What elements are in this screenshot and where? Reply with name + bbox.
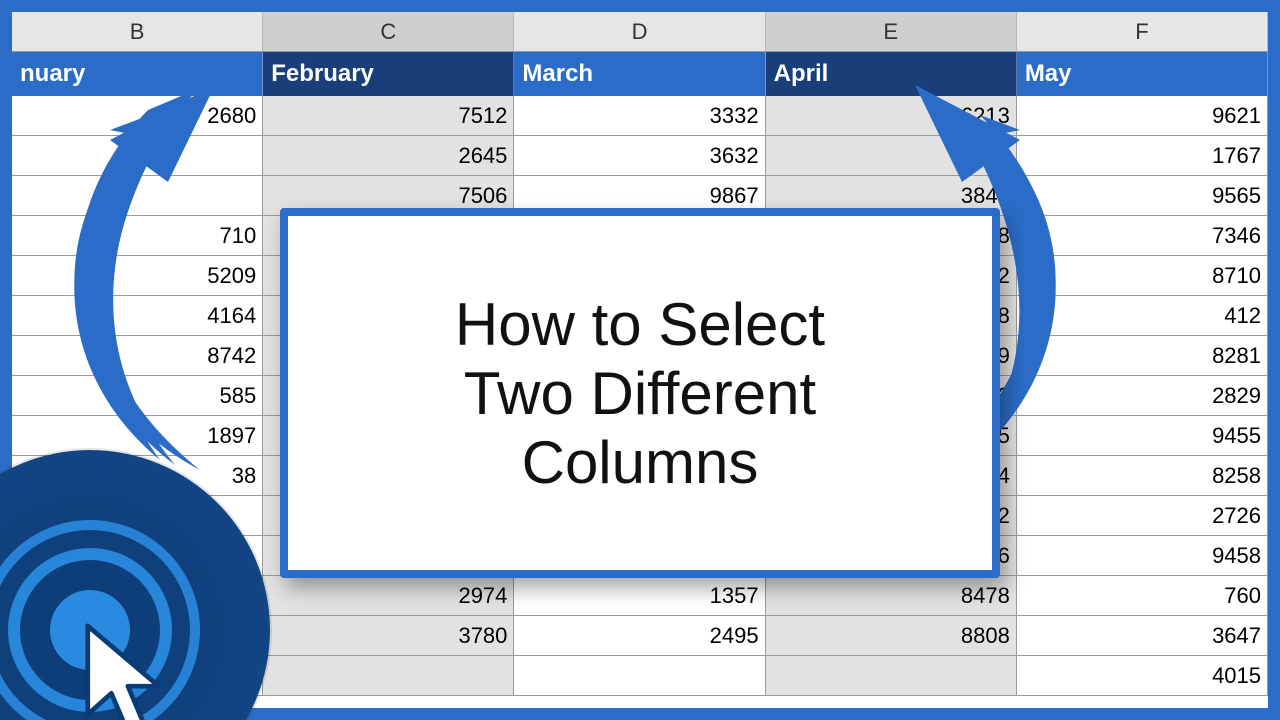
data-cell[interactable]: 9458	[1017, 536, 1268, 576]
data-cell[interactable]: 760	[1017, 576, 1268, 616]
thumbnail-frame: B C D E F nuary February March April May…	[0, 0, 1280, 720]
data-cell[interactable]: 3647	[1017, 616, 1268, 656]
data-cell[interactable]: 3632	[514, 136, 765, 176]
column-header-d[interactable]: D	[514, 12, 765, 51]
data-cell[interactable]: 8478	[766, 576, 1017, 616]
month-cell-march[interactable]: March	[514, 52, 765, 96]
column-header-e[interactable]: E	[766, 12, 1017, 51]
title-card: How to Select Two Different Columns	[280, 208, 1000, 578]
data-cell[interactable]: 1357	[514, 576, 765, 616]
data-cell[interactable]: 2495	[514, 616, 765, 656]
column-header-row: B C D E F	[12, 12, 1268, 52]
data-cell[interactable]	[263, 656, 514, 696]
logo-rings	[0, 520, 200, 720]
column-header-b[interactable]: B	[12, 12, 263, 51]
data-cell[interactable]: 3332	[514, 96, 765, 136]
data-cell[interactable]	[766, 656, 1017, 696]
data-cell[interactable]	[514, 656, 765, 696]
data-cell[interactable]: 2974	[263, 576, 514, 616]
data-cell[interactable]: 3780	[263, 616, 514, 656]
data-cell[interactable]: 4015	[1017, 656, 1268, 696]
title-text: How to Select Two Different Columns	[455, 290, 825, 497]
cursor-icon	[75, 620, 195, 720]
data-cell[interactable]: 8808	[766, 616, 1017, 656]
column-header-f[interactable]: F	[1017, 12, 1268, 51]
column-header-c[interactable]: C	[263, 12, 514, 51]
data-cell[interactable]: 2726	[1017, 496, 1268, 536]
